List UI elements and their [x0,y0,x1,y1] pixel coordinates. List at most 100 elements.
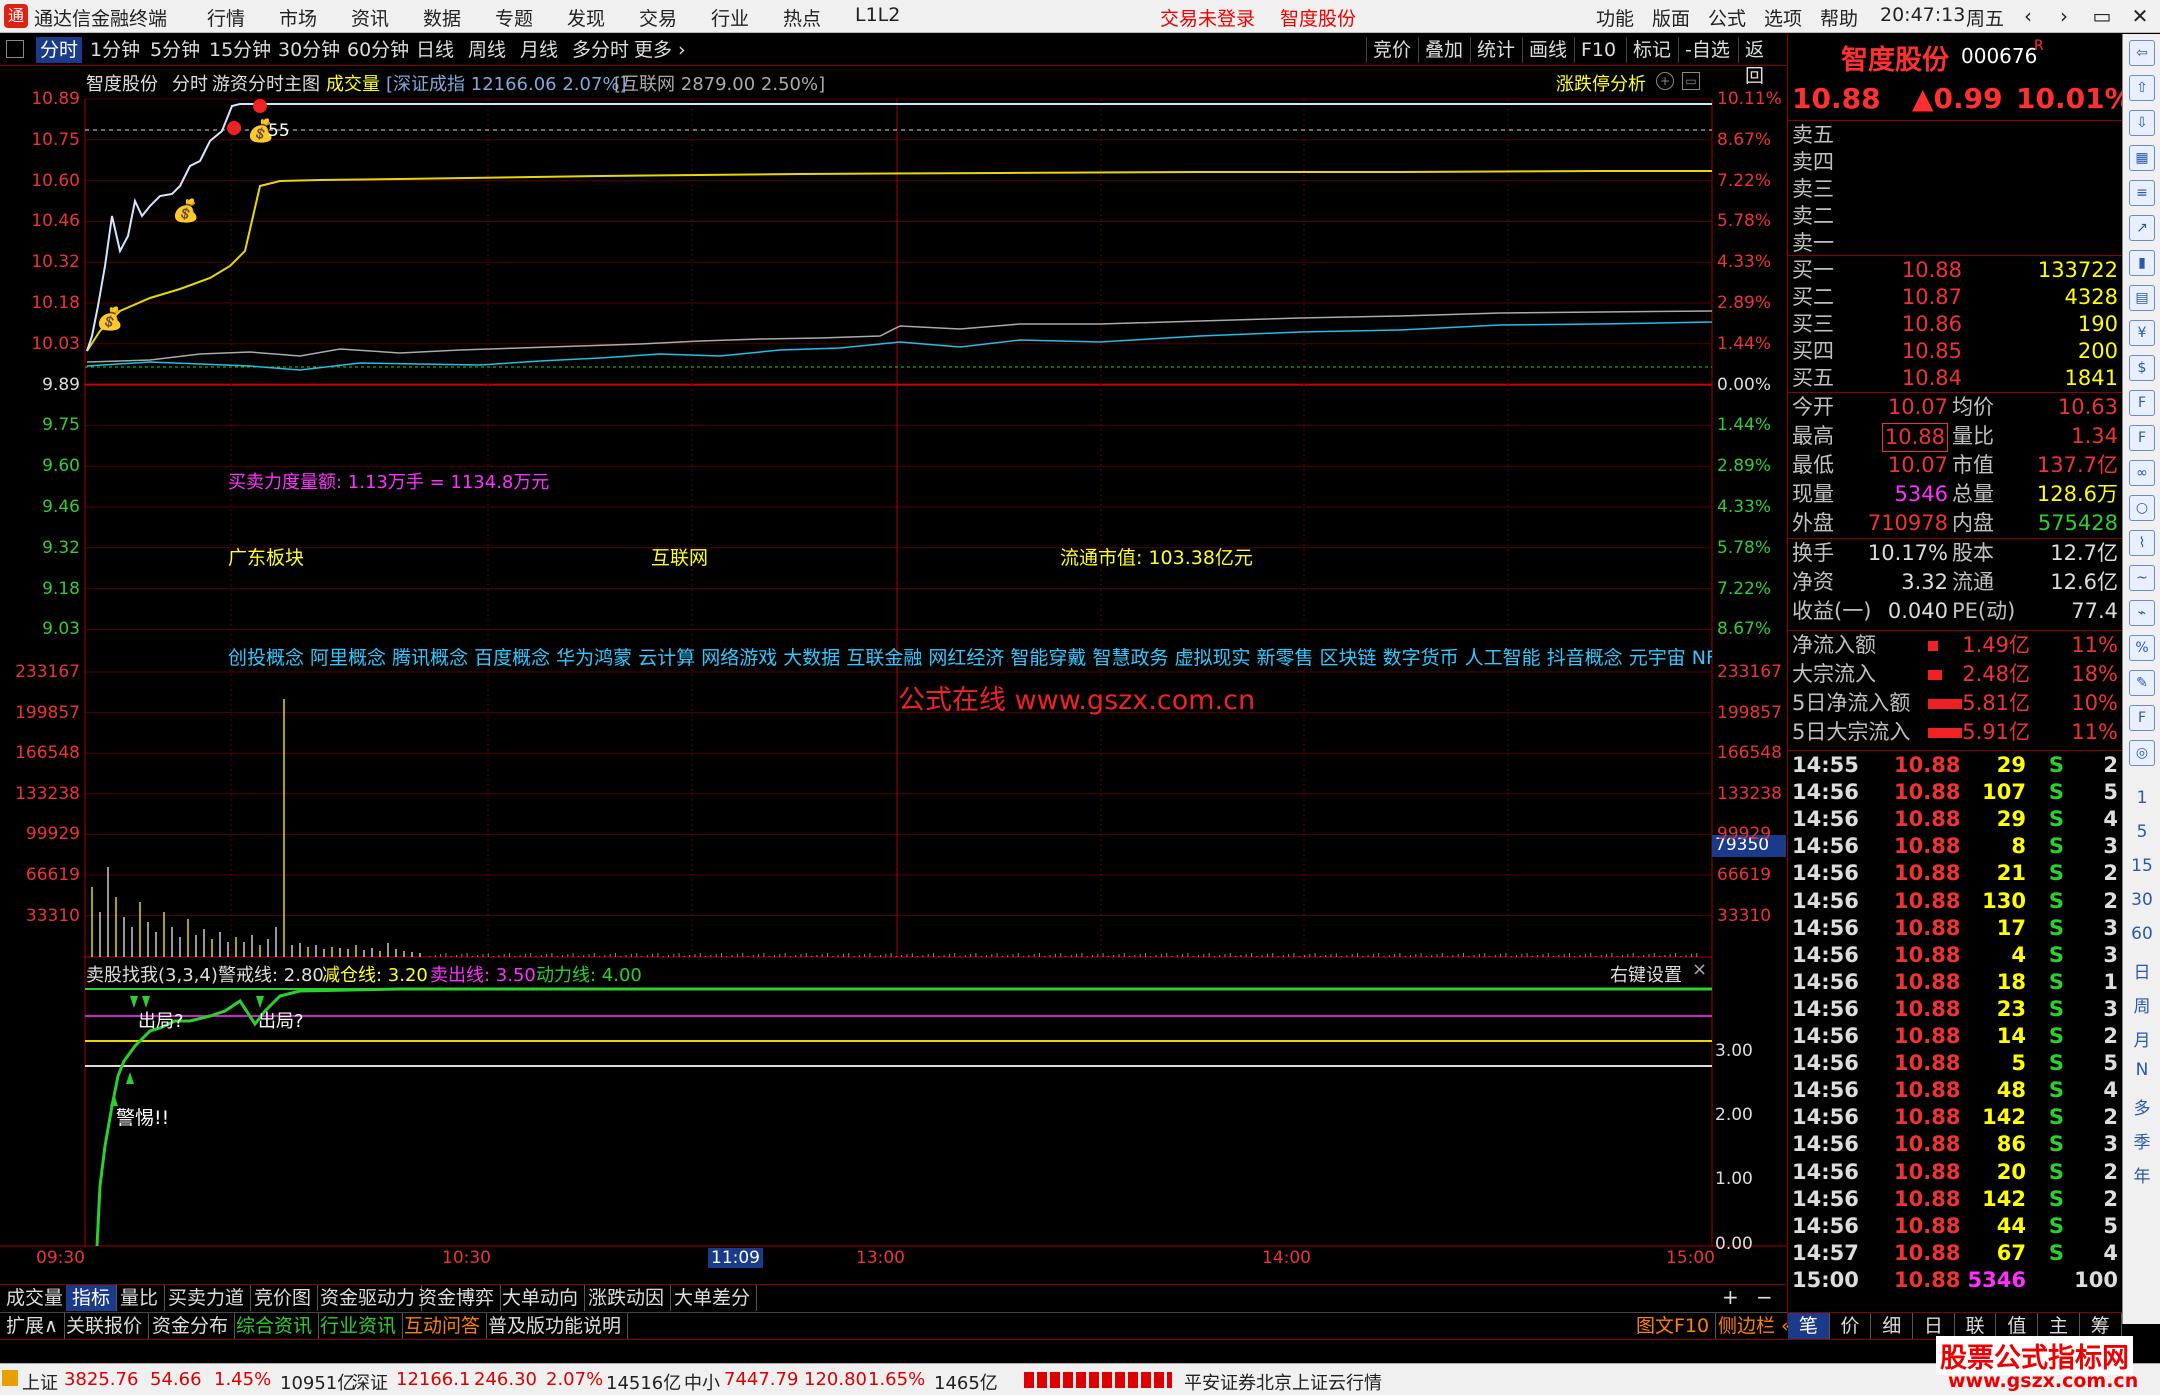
btn-back[interactable]: 返回 [1738,37,1786,87]
tab-fenshi[interactable]: 分时 [36,37,83,63]
forward-icon[interactable]: › [2046,2,2082,30]
tab-multi-fenshi[interactable]: 多分时 [568,37,633,63]
tab-more[interactable]: 更多 › [630,37,690,63]
sidebar-period-11[interactable]: 年 [2123,1162,2160,1187]
tab-1min[interactable]: 1分钟 [86,37,144,63]
globe-icon[interactable]: ◎ [2129,740,2155,766]
chart-icon[interactable]: ⌁ [2129,600,2155,626]
btn-auction[interactable]: 竞价 [1366,37,1417,63]
menu-shuju[interactable]: 数据 [423,4,461,31]
tab-fund-distribution[interactable]: 资金分布 [146,1313,236,1339]
arrow-down-icon[interactable]: ⇩ [2129,110,2155,136]
panel-tab[interactable]: 细 [1871,1313,1914,1339]
candle-icon[interactable]: ▮ [2129,250,2155,276]
panel-tab[interactable]: 价 [1830,1313,1872,1339]
tab-qa[interactable]: 互动问答 [398,1313,488,1339]
menu-redian[interactable]: 热点 [783,4,821,31]
sidebar-period-1[interactable]: 5 [2123,822,2160,842]
tab-volume[interactable]: 成交量 [0,1285,71,1311]
chart-line-icon[interactable]: ↗ [2129,215,2155,241]
menu-jiaoyi[interactable]: 交易 [639,4,677,31]
tab-feature-guide[interactable]: 普及版功能说明 [482,1313,629,1339]
chart-area[interactable]: 💰 💰 💰 智度股份 分时 游资分时主图 成交量 [深证成指 12166.06 … [0,66,1786,1283]
f5-icon[interactable]: F [2129,705,2155,731]
tab-related-quotes[interactable]: 关联报价 [60,1313,150,1339]
circle-icon[interactable]: ○ [2129,495,2155,521]
sh-label[interactable]: 上证 [22,1369,58,1395]
sidebar-period-4[interactable]: 60 [2123,924,2160,944]
back-icon[interactable]: ‹ [2010,2,2046,30]
menu-gongshi[interactable]: 公式 [1708,4,1746,31]
menu-shichang[interactable]: 市场 [279,4,317,31]
tab-rise-fall-cause[interactable]: 涨跌动因 [582,1285,672,1311]
sz-label[interactable]: 深证 [352,1369,388,1395]
btn-watchlist-remove[interactable]: -自选 [1678,37,1736,63]
tab-monthly[interactable]: 月线 [516,37,562,63]
sidebar-period-7[interactable]: 月 [2123,1026,2160,1051]
close-icon[interactable]: ✕ [2122,2,2158,30]
sidebar-period-5[interactable]: 日 [2123,958,2160,983]
indicator-settings[interactable]: 右键设置 [1610,961,1682,987]
trade-status-link[interactable]: 交易未登录 [1160,4,1255,31]
menu-faxian[interactable]: 发现 [567,4,605,31]
menu-zixun[interactable]: 资讯 [351,4,389,31]
link-icon[interactable]: ∞ [2129,460,2155,486]
tab-expand[interactable]: 扩展∧ [0,1313,65,1339]
sidebar-period-2[interactable]: 15 [2123,856,2160,876]
btn-stats[interactable]: 统计 [1470,37,1521,63]
f10-icon[interactable]: F [2129,390,2155,416]
tab-5min[interactable]: 5分钟 [146,37,204,63]
zx-label[interactable]: 中小 [684,1369,720,1395]
table-icon[interactable]: ▤ [2129,285,2155,311]
f12-icon[interactable]: F [2129,425,2155,451]
tab-buy-sell-force[interactable]: 买卖力道 [162,1285,252,1311]
tab-auction-chart[interactable]: 竞价图 [248,1285,319,1311]
pen-icon[interactable]: ✎ [2129,670,2155,696]
menu-l1l2[interactable]: L1L2 [855,4,900,26]
stock-name-link[interactable]: 智度股份 [1280,4,1356,31]
percent-icon[interactable]: % [2129,635,2155,661]
menu-hangqing[interactable]: 行情 [207,4,245,31]
layout-toggle-icon[interactable] [6,40,24,58]
tab-industry-news[interactable]: 行业资讯 [314,1313,404,1339]
intraday-chart-svg[interactable]: 💰 💰 💰 [0,66,1786,1283]
fund-icon[interactable]: ¥ [2129,320,2155,346]
tab-fund-drive[interactable]: 资金驱动力 [314,1285,423,1311]
tab-15min[interactable]: 15分钟 [205,37,275,63]
tab-daily[interactable]: 日线 [412,37,458,63]
menu-banmian[interactable]: 版面 [1652,4,1690,31]
tab-30min[interactable]: 30分钟 [274,37,344,63]
tab-general-news[interactable]: 综合资讯 [230,1313,320,1339]
sidebar-period-0[interactable]: 1 [2123,788,2160,808]
zoom-out-icon[interactable]: − [1756,1285,1773,1309]
sidebar-period-8[interactable]: N [2123,1060,2160,1080]
menu-hangye[interactable]: 行业 [711,4,749,31]
tab-indicator[interactable]: 指标 [66,1285,118,1311]
menu-zhuanti[interactable]: 专题 [495,4,533,31]
indicator-close-icon[interactable]: × [1692,959,1707,980]
grid-icon[interactable]: ▦ [2129,145,2155,171]
sidebar-period-9[interactable]: 多 [2123,1094,2160,1119]
arrow-up-icon[interactable]: ⇧ [2129,75,2155,101]
tab-big-order-trend[interactable]: 大单动向 [496,1285,586,1311]
chart-icon[interactable]: ⌇ [2129,530,2155,556]
expand-icon[interactable]: ▭ [1682,72,1700,90]
panel-tab[interactable]: 笔 [1788,1313,1830,1339]
sidebar-period-3[interactable]: 30 [2123,890,2160,910]
arrow-up-icon[interactable]: ⇦ [2129,40,2155,66]
tab-weekly[interactable]: 周线 [464,37,510,63]
tab-big-order-diff[interactable]: 大单差分 [668,1285,758,1311]
menu-xuanxiang[interactable]: 选项 [1764,4,1802,31]
tab-60min[interactable]: 60分钟 [343,37,413,63]
btn-f10[interactable]: F10 [1574,37,1622,63]
zoom-in-icon[interactable]: + [1722,1285,1739,1309]
tab-fund-game[interactable]: 资金博弈 [412,1285,502,1311]
btn-mark[interactable]: 标记 [1626,37,1677,63]
add-icon[interactable]: + [1656,72,1674,90]
menu-gongneng[interactable]: 功能 [1596,4,1634,31]
money-icon[interactable]: $ [2129,355,2155,381]
btn-overlay[interactable]: 叠加 [1418,37,1469,63]
menu-bangzhu[interactable]: 帮助 [1820,4,1858,31]
wave-icon[interactable]: ~ [2129,565,2155,591]
btn-draw[interactable]: 画线 [1522,37,1573,63]
